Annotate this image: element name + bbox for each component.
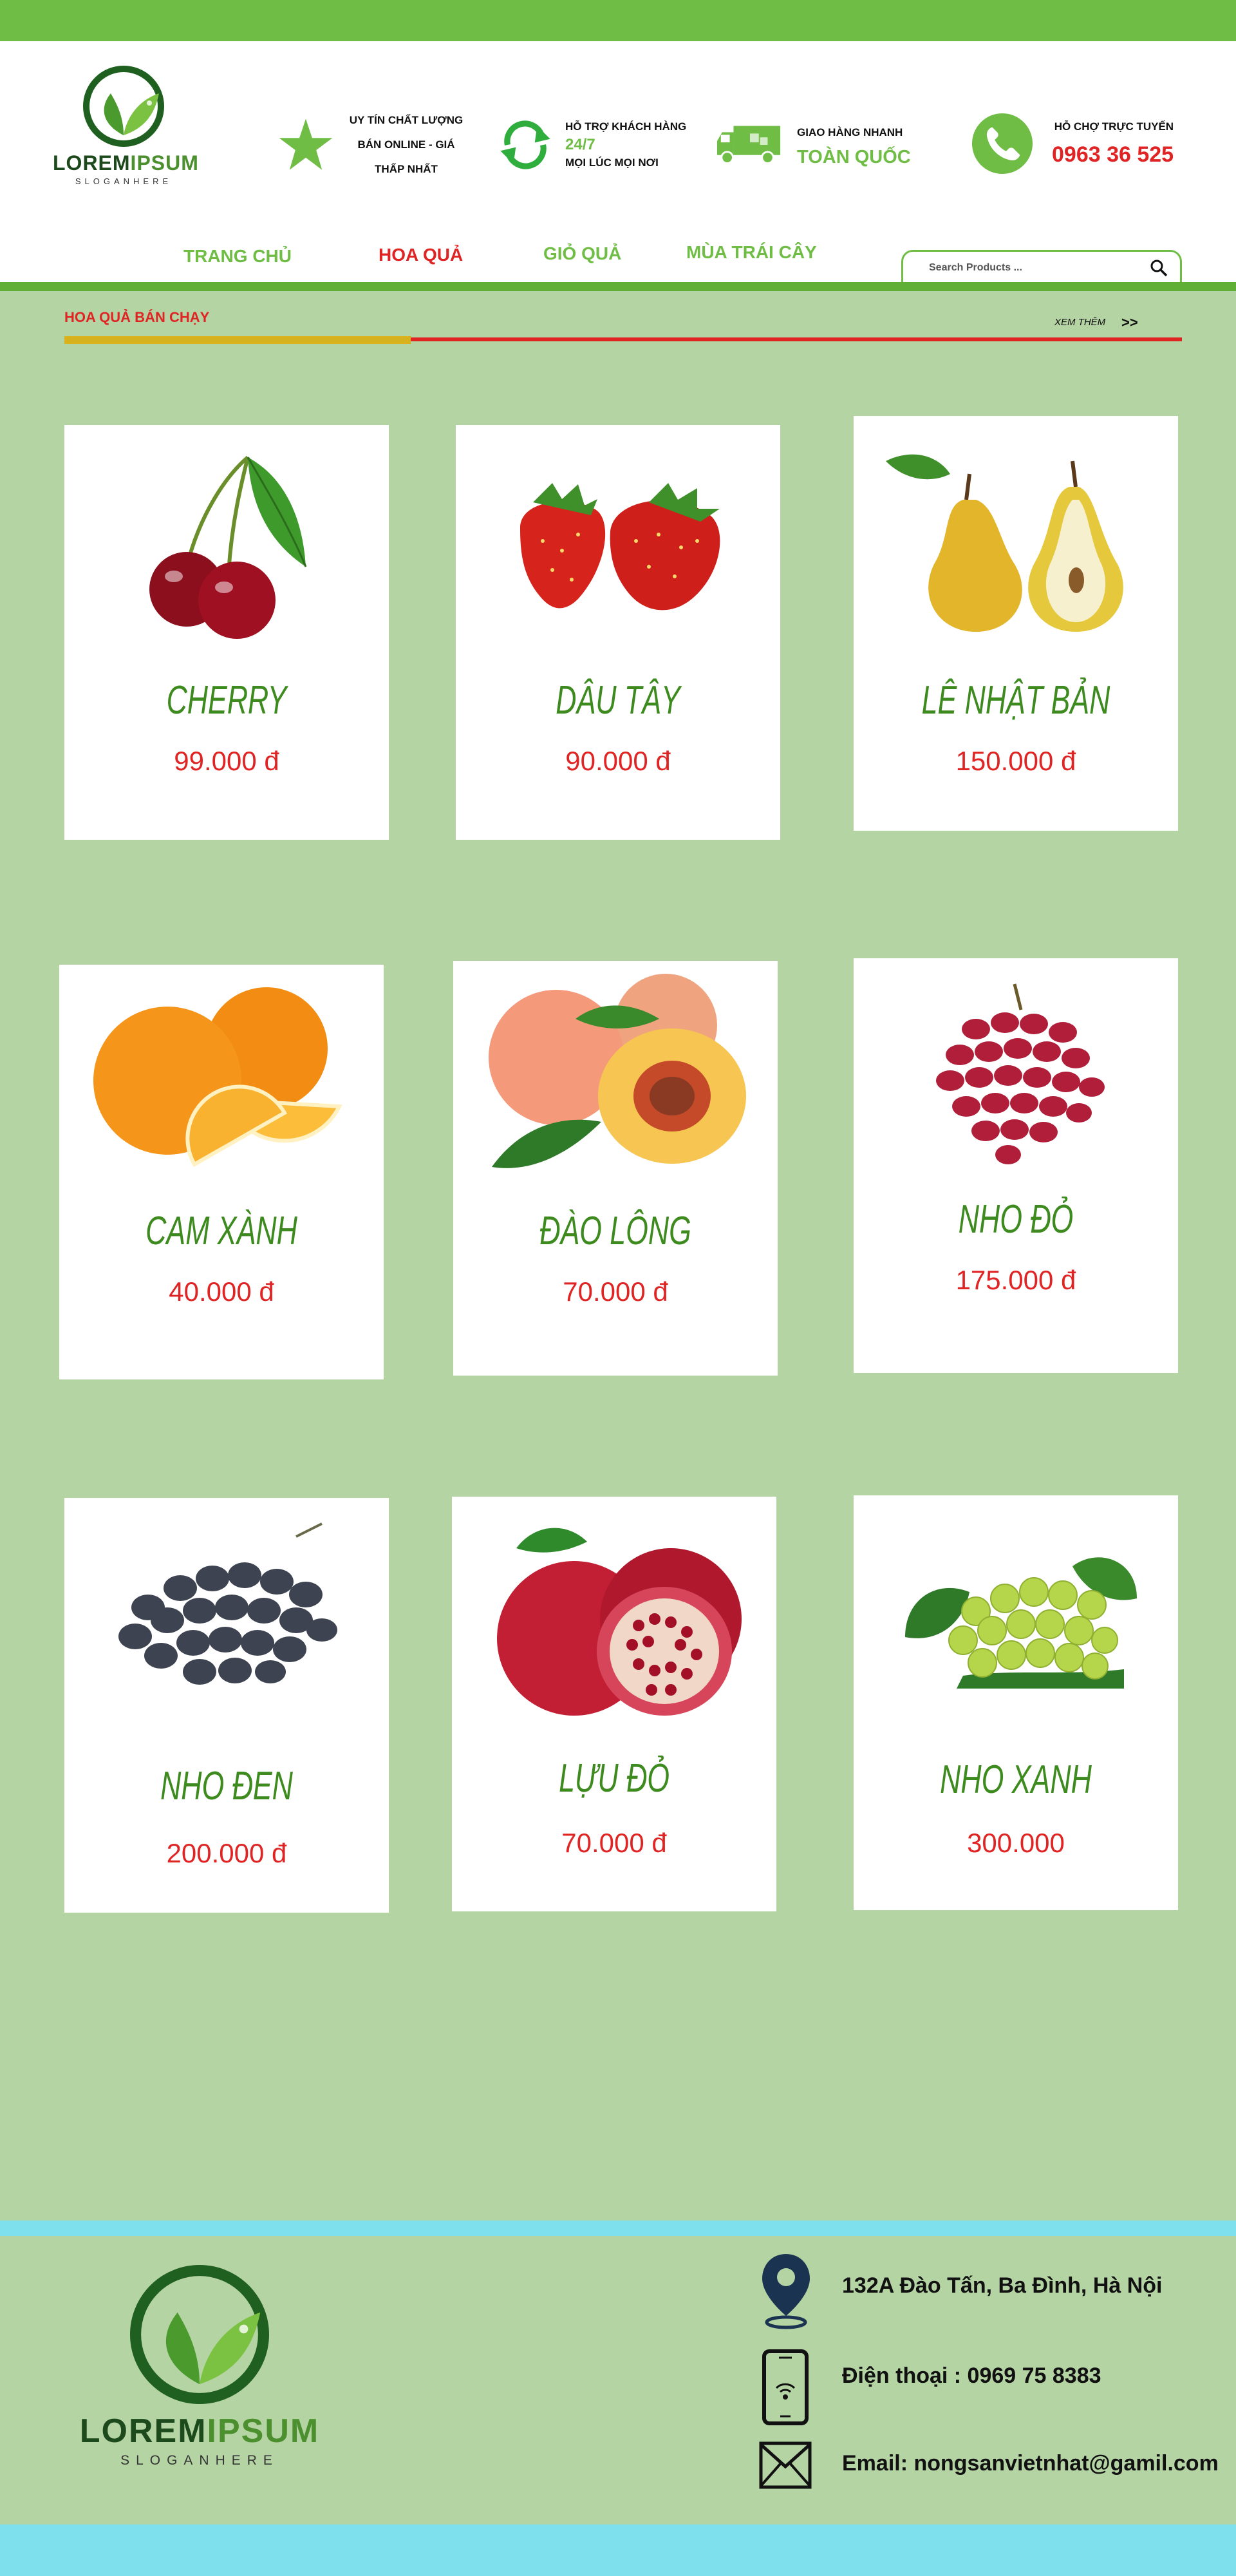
footer-divider xyxy=(0,2221,1236,2236)
product-price: 70.000 đ xyxy=(563,1276,668,1307)
black-grapes-image xyxy=(118,1522,337,1685)
truck-icon xyxy=(716,126,781,164)
product-card-cherry[interactable]: CHERRY 99.000 đ xyxy=(64,425,389,840)
product-price: 40.000 đ xyxy=(169,1276,274,1307)
nav-item-trang-chu[interactable]: TRANG CHỦ xyxy=(183,246,292,267)
strawberry-image xyxy=(520,483,720,611)
feature-support-highlight: 24/7 xyxy=(565,136,595,153)
search-input[interactable] xyxy=(929,258,1135,278)
section-title: HOA QUẢ BÁN CHẠY xyxy=(64,309,210,325)
footer-logo-brand: LOREMIPSUM xyxy=(79,2412,320,2450)
pear-image xyxy=(886,454,1123,632)
hotline-label: HỖ CHỢ TRỰC TUYẾN xyxy=(1054,120,1174,133)
orange-image xyxy=(93,987,342,1168)
nav-item-mua-trai-cay[interactable]: MÙA TRÁI CÂY xyxy=(686,242,817,263)
product-name: LÊ NHẬT BẢN xyxy=(921,678,1110,723)
leaf-logo-icon xyxy=(83,66,164,147)
product-card-peach[interactable]: ĐÀO LÔNG 70.000 đ xyxy=(453,961,778,1376)
product-price: 200.000 đ xyxy=(166,1838,287,1868)
product-price: 70.000 đ xyxy=(561,1828,667,1858)
footer-address: 132A Đào Tấn, Ba Đình, Hà Nội xyxy=(842,2273,1163,2298)
product-price: 300.000 xyxy=(967,1828,1065,1858)
product-name: NHO XANH xyxy=(940,1757,1092,1802)
product-price: 99.000 đ xyxy=(174,746,279,776)
feature-support: HỖ TRỢ KHÁCH HÀNG 24/7 MỌI LÚC MỌI NƠI xyxy=(496,109,702,180)
product-name: CHERRY xyxy=(166,678,287,723)
product-price: 150.000 đ xyxy=(955,746,1076,776)
smartphone-icon xyxy=(762,2349,809,2425)
product-name: DÂU TÂY xyxy=(556,678,680,723)
footer-email[interactable]: Email: nongsanvietnhat@gamil.com xyxy=(842,2451,1219,2476)
nav-item-hoa-qua[interactable]: HOA QUẢ xyxy=(379,245,463,265)
product-name: NHO ĐEN xyxy=(160,1764,293,1808)
logo-brand: LOREMIPSUM xyxy=(53,151,199,175)
footer-bottom-strip xyxy=(0,2524,1236,2576)
product-card-orange[interactable]: CAM XÀNH 40.000 đ xyxy=(59,965,384,1379)
product-card-strawberry[interactable]: DÂU TÂY 90.000 đ xyxy=(456,425,780,840)
location-pin-icon xyxy=(762,2254,810,2329)
search-box xyxy=(901,250,1182,283)
envelope-icon xyxy=(759,2441,812,2489)
nav-divider xyxy=(0,282,1236,291)
feature-quality-line1: UY TÍN CHẤT LƯỢNG xyxy=(349,114,464,126)
product-name: CAM XÀNH xyxy=(145,1209,297,1253)
cherry-image xyxy=(149,455,307,639)
nav-item-gio-qua[interactable]: GIỎ QUẢ xyxy=(543,243,621,264)
star-icon xyxy=(279,118,333,170)
peach-image xyxy=(489,974,746,1168)
feature-support-line2: MỌI LÚC MỌI NƠI xyxy=(565,156,659,169)
pomegranate-image xyxy=(497,1528,742,1716)
product-card-pomegranate[interactable]: LỰU ĐỎ 70.000 đ xyxy=(452,1497,776,1911)
footer-phone[interactable]: Điện thoại : 0969 75 8383 xyxy=(842,2363,1101,2389)
see-more-link[interactable]: XEM THÊM xyxy=(1054,317,1105,328)
feature-delivery-highlight: TOÀN QUỐC xyxy=(797,147,911,167)
hotline-number[interactable]: 0963 36 525 xyxy=(1052,142,1174,167)
product-price: 175.000 đ xyxy=(955,1265,1076,1295)
logo[interactable]: LOREMIPSUM SLOGANHERE xyxy=(53,64,199,193)
footer-logo-slogan: SLOGANHERE xyxy=(120,2453,279,2468)
feature-quality: UY TÍN CHẤT LƯỢNG BÁN ONLINE - GIÁ THẤP … xyxy=(277,103,470,187)
feature-delivery-line1: GIAO HÀNG NHANH xyxy=(797,126,903,138)
product-name: LỰU ĐỎ xyxy=(559,1756,670,1801)
product-name: NHO ĐỎ xyxy=(958,1197,1074,1242)
product-card-pear[interactable]: LÊ NHẬT BẢN 150.000 đ xyxy=(854,416,1178,831)
section-underline-accent xyxy=(64,336,411,344)
feature-hotline[interactable]: HỖ CHỢ TRỰC TUYẾN 0963 36 525 xyxy=(971,108,1183,179)
feature-quality-line2: BÁN ONLINE - GIÁ xyxy=(357,138,455,151)
product-name: ĐÀO LÔNG xyxy=(539,1209,691,1253)
product-card-black-grapes[interactable]: NHO ĐEN 200.000 đ xyxy=(64,1498,389,1913)
feature-quality-line3: THẤP NHẤT xyxy=(375,163,438,175)
green-grapes-image xyxy=(905,1557,1137,1689)
red-grapes-image xyxy=(936,983,1105,1164)
product-card-green-grapes[interactable]: NHO XANH 300.000 xyxy=(854,1495,1178,1910)
product-price: 90.000 đ xyxy=(565,746,671,776)
main-nav: TRANG CHỦ HOA QUẢ GIỎ QUẢ MÙA TRÁI CÂY xyxy=(0,241,901,279)
phone-icon xyxy=(971,113,1033,175)
footer-logo[interactable]: LOREMIPSUM SLOGANHERE xyxy=(77,2260,322,2479)
feature-support-line1: HỖ TRỢ KHÁCH HÀNG xyxy=(565,120,687,133)
see-more-arrow[interactable]: >> xyxy=(1121,314,1138,331)
product-card-red-grapes[interactable]: NHO ĐỎ 175.000 đ xyxy=(854,958,1178,1373)
top-bar xyxy=(0,0,1236,41)
refresh-icon xyxy=(500,120,550,169)
feature-delivery: GIAO HÀNG NHANH TOÀN QUỐC xyxy=(715,109,927,180)
logo-slogan: SLOGANHERE xyxy=(75,176,173,186)
search-icon[interactable] xyxy=(1149,258,1168,278)
leaf-logo-icon xyxy=(130,2265,269,2404)
